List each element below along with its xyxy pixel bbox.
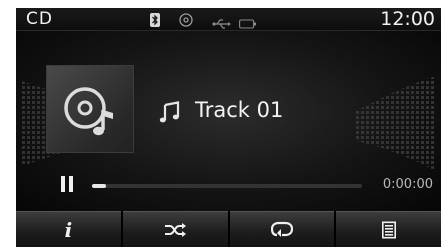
music-note-icon	[159, 101, 180, 123]
pause-icon[interactable]	[61, 176, 73, 192]
shuffle-button[interactable]	[122, 211, 228, 247]
source-label: CD	[26, 9, 53, 29]
now-playing-area: Track 01 0:00:00	[16, 31, 441, 211]
progress-fill	[92, 184, 106, 188]
cd-music-icon	[64, 87, 113, 136]
list-icon	[381, 221, 396, 238]
list-button[interactable]	[336, 211, 441, 247]
info-button[interactable]: i	[16, 211, 121, 247]
track-title: Track 01	[195, 98, 284, 122]
shuffle-icon	[165, 222, 187, 237]
bluetooth-icon	[150, 12, 160, 31]
album-art	[46, 65, 134, 153]
repeat-icon	[270, 221, 293, 237]
disc-icon	[179, 12, 193, 31]
info-icon: i	[64, 217, 73, 242]
bottom-button-bar: i	[16, 211, 441, 247]
cd-player-screen: CD 12:00 Track 01 0:00:00 i	[16, 8, 441, 247]
repeat-button[interactable]	[229, 211, 335, 247]
right-equalizer-decoration	[356, 76, 436, 171]
status-bar: CD 12:00	[16, 8, 441, 31]
progress-bar[interactable]	[92, 184, 362, 188]
elapsed-time: 0:00:00	[382, 177, 433, 192]
clock: 12:00	[380, 8, 435, 30]
